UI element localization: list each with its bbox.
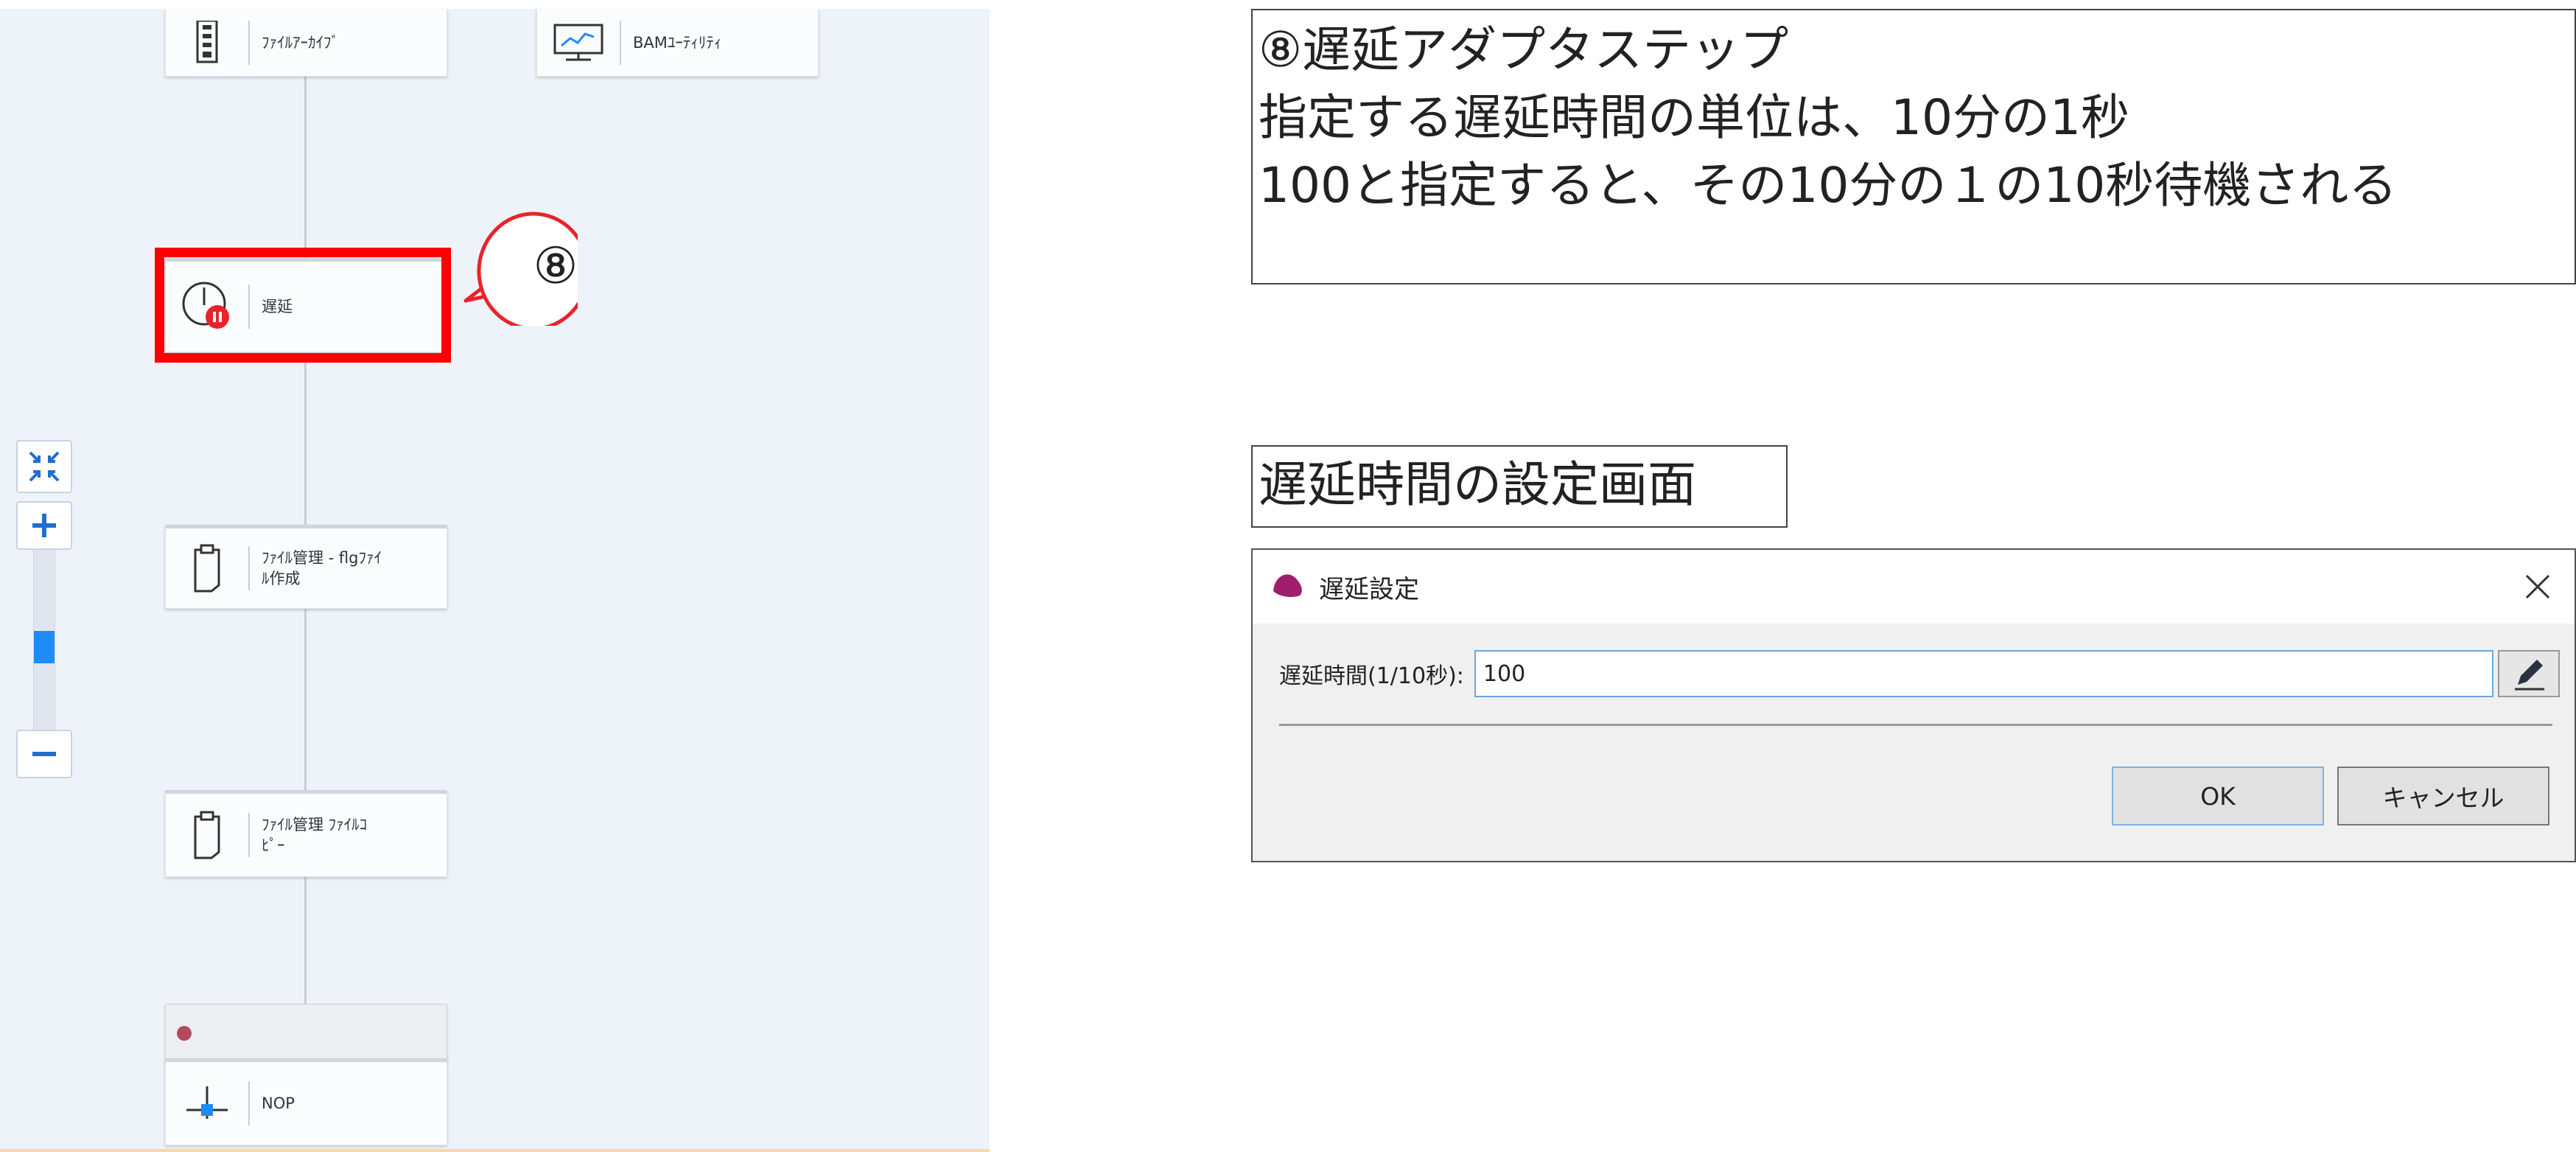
close-button[interactable] bbox=[2519, 568, 2557, 606]
dialog-separator bbox=[1279, 724, 2552, 726]
collapse-arrows-icon bbox=[29, 451, 60, 482]
delay-time-input[interactable] bbox=[1474, 650, 2493, 697]
flow-node-file-copy[interactable]: ﾌｧｲﾙ管理 ﾌｧｲﾙｺ ﾋﾟｰ bbox=[165, 790, 447, 877]
ok-button[interactable]: OK bbox=[2112, 767, 2324, 825]
plus-icon bbox=[32, 514, 56, 537]
flow-node-nop[interactable]: NOP bbox=[165, 1058, 447, 1145]
node-label: ﾌｧｲﾙ管理 - flgﾌｧｲ ﾙ作成 bbox=[262, 549, 382, 587]
step-text: 100と指定すると、その10分の１の10秒待機される bbox=[1259, 157, 2398, 214]
screenshot-root: ﾌｧｲﾙｱｰｶｲﾌﾞ BAMﾕｰﾃｨﾘﾃｨ 遅延 ⑧ ﾌｧｲﾙ管理 - flgﾌ… bbox=[0, 0, 2576, 1152]
connector-line bbox=[304, 871, 307, 1019]
zoom-slider-thumb[interactable] bbox=[34, 631, 55, 663]
connector-line bbox=[304, 75, 307, 259]
node-label: ﾌｧｲﾙｱｰｶｲﾌﾞ bbox=[262, 33, 339, 52]
minus-icon bbox=[32, 752, 56, 756]
dialog-caption-box: 遅延時間の設定画面 bbox=[1251, 445, 1788, 528]
file-archive-icon bbox=[166, 9, 248, 76]
zoom-slider-track[interactable] bbox=[33, 550, 55, 730]
edit-button[interactable] bbox=[2498, 650, 2560, 697]
delay-settings-dialog: 遅延設定 遅延時間(1/10秒): OK キャンセル bbox=[1251, 548, 2576, 862]
node-label: ﾌｧｲﾙ管理 ﾌｧｲﾙｺ ﾋﾟｰ bbox=[262, 816, 368, 854]
flow-node-bam-utility[interactable]: BAMﾕｰﾃｨﾘﾃｨ bbox=[536, 9, 819, 77]
cancel-button[interactable]: キャンセル bbox=[2337, 767, 2549, 825]
step-title: ⑧遅延アダプタステップ bbox=[1259, 21, 1789, 78]
step-text: 指定する遅延時間の単位は、10分の1秒 bbox=[1259, 89, 2129, 146]
fit-to-screen-button[interactable] bbox=[16, 440, 72, 493]
dialog-caption: 遅延時間の設定画面 bbox=[1259, 456, 1696, 513]
app-logo-icon bbox=[1270, 569, 1306, 605]
zoom-out-button[interactable] bbox=[16, 730, 72, 778]
highlight-frame bbox=[155, 248, 451, 363]
monitor-chart-icon bbox=[537, 9, 620, 76]
callout-number: ⑧ bbox=[533, 237, 578, 296]
flow-node-stub[interactable] bbox=[165, 1004, 447, 1063]
zoom-in-button[interactable] bbox=[16, 501, 72, 550]
dialog-title: 遅延設定 bbox=[1319, 574, 1419, 604]
clipboard-icon bbox=[166, 528, 248, 608]
pencil-icon bbox=[2515, 660, 2544, 691]
close-icon bbox=[2525, 574, 2550, 599]
flow-node-file-archive[interactable]: ﾌｧｲﾙｱｰｶｲﾌﾞ bbox=[165, 9, 447, 77]
connector-line bbox=[304, 355, 307, 532]
flow-canvas: ﾌｧｲﾙｱｰｶｲﾌﾞ BAMﾕｰﾃｨﾘﾃｨ 遅延 ⑧ ﾌｧｲﾙ管理 - flgﾌ… bbox=[0, 9, 990, 1152]
clipboard-icon bbox=[166, 794, 248, 876]
connector-line bbox=[304, 606, 307, 797]
dialog-titlebar: 遅延設定 bbox=[1253, 550, 2575, 624]
nop-connector-icon bbox=[166, 1062, 248, 1145]
delay-time-row: 遅延時間(1/10秒): bbox=[1279, 650, 2560, 697]
flow-node-flg-file-create[interactable]: ﾌｧｲﾙ管理 - flgﾌｧｲ ﾙ作成 bbox=[165, 525, 447, 609]
status-dot bbox=[177, 1026, 192, 1041]
delay-time-label: 遅延時間(1/10秒): bbox=[1279, 663, 1464, 689]
node-label: BAMﾕｰﾃｨﾘﾃｨ bbox=[633, 33, 722, 52]
step-description-box: ⑧遅延アダプタステップ 指定する遅延時間の単位は、10分の1秒 100と指定する… bbox=[1251, 9, 2576, 284]
node-label: NOP bbox=[262, 1095, 295, 1112]
